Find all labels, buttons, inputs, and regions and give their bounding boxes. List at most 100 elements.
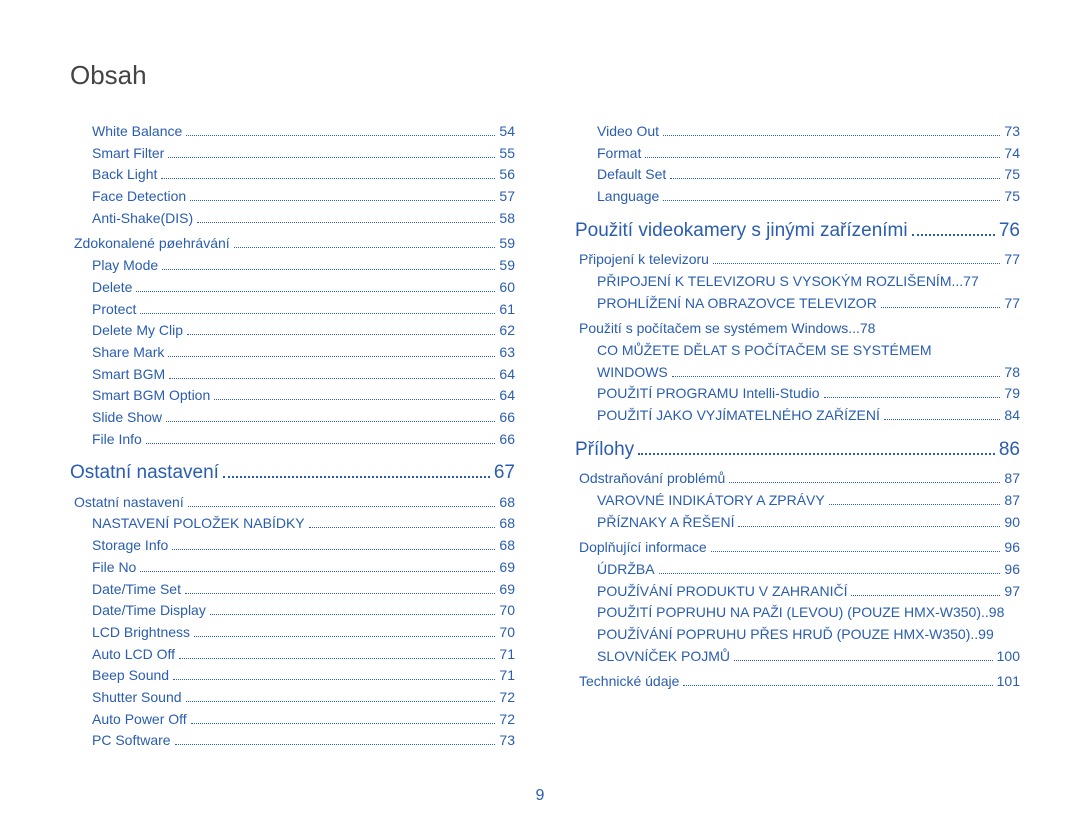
toc-label: Date/Time Display xyxy=(92,600,206,622)
toc-entry[interactable]: Technické údaje101 xyxy=(575,671,1020,693)
toc-page-number: 77 xyxy=(1004,249,1020,271)
toc-entry[interactable]: Smart BGM Option64 xyxy=(70,385,515,407)
toc-entry[interactable]: Použití videokamery s jinými zařízeními7… xyxy=(575,216,1020,245)
toc-entry[interactable]: Auto Power Off72 xyxy=(70,709,515,731)
toc-entry[interactable]: Date/Time Set69 xyxy=(70,579,515,601)
toc-page-number: 61 xyxy=(499,299,515,321)
toc-label: Slide Show xyxy=(92,407,162,429)
toc-entry[interactable]: PROHLÍŽENÍ NA OBRAZOVCE TELEVIZOR77 xyxy=(575,293,1020,315)
toc-entry[interactable]: Date/Time Display 70 xyxy=(70,600,515,622)
toc-entry[interactable]: PŘIPOJENÍ K TELEVIZORU S VYSOKÝM ROZLIŠE… xyxy=(575,271,1020,293)
toc-entry[interactable]: White Balance54 xyxy=(70,121,515,143)
toc-leader-dots xyxy=(197,222,495,223)
toc-leader-dots xyxy=(824,397,1001,398)
toc-entry[interactable]: Share Mark63 xyxy=(70,342,515,364)
toc-leader-dots xyxy=(136,291,495,292)
toc-label: ÚDRŽBA xyxy=(597,559,655,581)
toc-entry[interactable]: File No69 xyxy=(70,557,515,579)
toc-page-number: 90 xyxy=(1004,512,1020,534)
toc-leader-dots xyxy=(223,476,490,478)
toc-entry[interactable]: LCD Brightness70 xyxy=(70,622,515,644)
toc-entry[interactable]: Face Detection57 xyxy=(70,186,515,208)
toc-entry[interactable]: Zdokonalené pøehrávání59 xyxy=(70,233,515,255)
toc-entry[interactable]: Format74 xyxy=(575,143,1020,165)
toc-entry[interactable]: Slide Show 66 xyxy=(70,407,515,429)
toc-entry[interactable]: Back Light56 xyxy=(70,164,515,186)
toc-entry[interactable]: Language75 xyxy=(575,186,1020,208)
toc-leader-dots xyxy=(172,549,495,550)
toc-entry[interactable]: Smart BGM64 xyxy=(70,364,515,386)
toc-page-number: 70 xyxy=(499,600,515,622)
toc-entry[interactable]: Anti-Shake(DIS)58 xyxy=(70,208,515,230)
toc-entry[interactable]: Doplňující informace96 xyxy=(575,537,1020,559)
toc-entry[interactable]: Odstraňování problémů87 xyxy=(575,468,1020,490)
toc-entry[interactable]: Protect 61 xyxy=(70,299,515,321)
toc-page-number: 86 xyxy=(999,435,1020,464)
toc-label: White Balance xyxy=(92,121,182,143)
toc-entry[interactable]: Delete My Clip62 xyxy=(70,320,515,342)
toc-entry[interactable]: POUŽÍVÁNÍ POPRUHU PŘES HRUĎ (POUZE HMX-W… xyxy=(575,624,1020,646)
toc-page-number: 56 xyxy=(499,164,515,186)
toc-entry[interactable]: NASTAVENÍ POLOŽEK NABÍDKY68 xyxy=(70,513,515,535)
toc-page-number: 68 xyxy=(499,535,515,557)
toc-page-number: 64 xyxy=(499,364,515,386)
toc-entry[interactable]: Video Out73 xyxy=(575,121,1020,143)
toc-leader-dots xyxy=(175,744,496,745)
toc-entry[interactable]: Použití s počítačem se systémem Windows … xyxy=(575,318,1020,340)
toc-entry[interactable]: VAROVNÉ INDIKÁTORY A ZPRÁVY87 xyxy=(575,490,1020,512)
ellipsis: ... xyxy=(951,271,963,293)
toc-leader-dots xyxy=(829,504,1001,505)
toc-label: Date/Time Set xyxy=(92,579,181,601)
toc-leader-dots xyxy=(214,399,495,400)
toc-page-number: 100 xyxy=(997,646,1020,668)
toc-leader-dots xyxy=(670,178,1000,179)
toc-label: Připojení k televizoru xyxy=(579,249,709,271)
toc-entry[interactable]: Auto LCD Off71 xyxy=(70,644,515,666)
toc-entry[interactable]: Delete60 xyxy=(70,277,515,299)
toc-entry[interactable]: POUŽITÍ JAKO VYJÍMATELNÉHO ZAŘÍZENÍ84 xyxy=(575,405,1020,427)
toc-entry[interactable]: CO MŮŽETE DĚLAT S POČÍTAČEM SE SYSTÉMEM xyxy=(575,340,1020,362)
ellipsis: .. xyxy=(970,624,978,646)
toc-page-number: 79 xyxy=(1004,383,1020,405)
toc-entry[interactable]: Ostatní nastavení68 xyxy=(70,492,515,514)
toc-leader-dots xyxy=(166,421,495,422)
toc-entry[interactable]: Default Set75 xyxy=(575,164,1020,186)
toc-page-number: 101 xyxy=(997,671,1020,693)
toc-page-number: 66 xyxy=(499,407,515,429)
toc-entry[interactable]: Storage Info68 xyxy=(70,535,515,557)
toc-entry[interactable]: Beep Sound71 xyxy=(70,665,515,687)
toc-leader-dots xyxy=(734,660,993,661)
toc-leader-dots xyxy=(884,419,1001,420)
toc-entry[interactable]: PC Software73 xyxy=(70,730,515,752)
toc-entry[interactable]: WINDOWS78 xyxy=(575,362,1020,384)
toc-entry[interactable]: POUŽÍVÁNÍ PRODUKTU V ZAHRANIČÍ97 xyxy=(575,581,1020,603)
toc-entry[interactable]: Ostatní nastavení67 xyxy=(70,458,515,487)
toc-entry[interactable]: PŘÍZNAKY A ŘEŠENÍ 90 xyxy=(575,512,1020,534)
toc-entry[interactable]: File Info66 xyxy=(70,429,515,451)
toc-entry[interactable]: ÚDRŽBA96 xyxy=(575,559,1020,581)
toc-entry[interactable]: POUŽITÍ POPRUHU NA PAŽI (LEVOU) (POUZE H… xyxy=(575,602,1020,624)
toc-label: PC Software xyxy=(92,730,171,752)
toc-entry[interactable]: Smart Filter55 xyxy=(70,143,515,165)
toc-label: Protect xyxy=(92,299,136,321)
toc-leader-dots xyxy=(179,658,495,659)
toc-leader-dots xyxy=(169,378,495,379)
toc-entry[interactable]: Přílohy86 xyxy=(575,435,1020,464)
toc-page-number: 73 xyxy=(1004,121,1020,143)
toc-leader-dots xyxy=(672,376,1001,377)
toc-label: Default Set xyxy=(597,164,666,186)
toc-leader-dots xyxy=(210,614,496,615)
toc-leader-dots xyxy=(185,593,495,594)
toc-entry[interactable]: Play Mode59 xyxy=(70,255,515,277)
toc-label: PŘÍZNAKY A ŘEŠENÍ xyxy=(597,512,734,534)
toc-page-number: 68 xyxy=(499,513,515,535)
toc-entry[interactable]: Shutter Sound72 xyxy=(70,687,515,709)
toc-page-number: 96 xyxy=(1004,537,1020,559)
toc-label: POUŽÍVÁNÍ PRODUKTU V ZAHRANIČÍ xyxy=(597,581,847,603)
toc-label: Beep Sound xyxy=(92,665,169,687)
toc-page-number: 64 xyxy=(499,385,515,407)
toc-entry[interactable]: POUŽITÍ PROGRAMU Intelli-Studio79 xyxy=(575,383,1020,405)
toc-entry[interactable]: Připojení k televizoru 77 xyxy=(575,249,1020,271)
toc-entry[interactable]: SLOVNÍČEK POJMŮ100 xyxy=(575,646,1020,668)
toc-label: WINDOWS xyxy=(597,362,668,384)
